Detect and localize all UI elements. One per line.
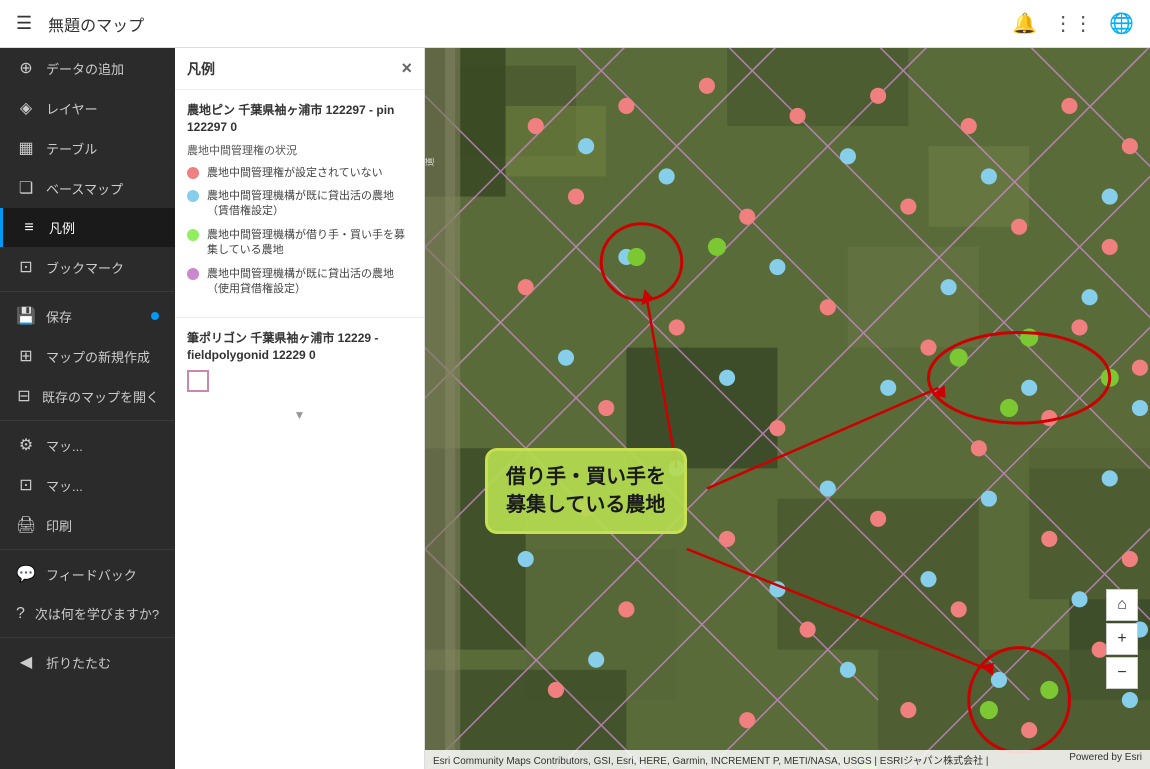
sidebar-divider <box>0 291 175 292</box>
map-share-icon: ⊡ <box>16 475 36 495</box>
sidebar-item-print[interactable]: 🖨 印刷 <box>0 505 175 545</box>
map-settings-icon: ⚙ <box>16 435 36 455</box>
legend-dot-0 <box>187 167 199 179</box>
sidebar-item-collapse[interactable]: ◀ 折りたたむ <box>0 642 175 682</box>
header: ☰ 無題のマップ 🔔 ⋮⋮ 🌐 <box>0 0 1150 48</box>
sidebar-item-open-map[interactable]: ⊟ 既存のマップを開く <box>0 376 175 416</box>
legend-layer1-section: 農地ピン 千葉県袖ヶ浦市 122297 - pin 122297 0 農地中間管… <box>175 90 424 318</box>
learn-icon: ? <box>16 605 25 623</box>
sidebar-item-layer[interactable]: ◈ レイヤー <box>0 88 175 128</box>
basemap-icon: ❏ <box>16 178 36 198</box>
sidebar-divider-2 <box>0 420 175 421</box>
legend-polygon-icon <box>187 370 209 392</box>
legend-item-text-3: 農地中間管理機構が既に貸出活の農地（使用貸借権設定） <box>207 267 412 298</box>
legend-item-text-1: 農地中間管理機構が既に貸出活の農地（賃借権設定） <box>207 189 412 220</box>
sidebar-item-label: フィードバック <box>46 565 137 584</box>
zoom-out-button[interactable]: − <box>1106 657 1138 689</box>
sidebar-item-label: ベースマップ <box>46 179 123 198</box>
legend-close-button[interactable]: × <box>401 58 412 79</box>
legend-dot-3 <box>187 268 199 280</box>
sidebar-item-map-settings[interactable]: ⚙ マッ... <box>0 425 175 465</box>
legend-item-1: 農地中間管理機構が既に貸出活の農地（賃借権設定） <box>187 189 412 220</box>
print-icon: 🖨 <box>16 515 36 535</box>
attribution-left: Esri Community Maps Contributors, GSI, E… <box>433 752 988 767</box>
legend-item-2: 農地中間管理機構が借り手・買い手を募集している農地 <box>187 228 412 259</box>
notification-icon[interactable]: 🔔 <box>1012 11 1037 36</box>
sidebar-item-label: ブックマーク <box>46 258 124 277</box>
zoom-in-button[interactable]: + <box>1106 623 1138 655</box>
hamburger-icon[interactable]: ☰ <box>16 13 32 34</box>
sidebar-item-label: 次は何を学びますか? <box>35 604 159 623</box>
legend-layer1-subtitle: 農地中間管理権の状況 <box>187 142 412 158</box>
header-title: 無題のマップ <box>48 12 144 36</box>
home-button[interactable]: ⌂ <box>1106 589 1138 621</box>
callout-line2: 募集している農地 <box>506 494 665 516</box>
bookmark-icon: ⊡ <box>16 257 36 277</box>
legend-item-text-2: 農地中間管理機構が借り手・買い手を募集している農地 <box>207 228 412 259</box>
apps-grid-icon[interactable]: ⋮⋮ <box>1053 11 1093 36</box>
sidebar-item-new-map[interactable]: ⊞ マップの新規作成 <box>0 336 175 376</box>
sidebar-item-label: マッ... <box>46 436 83 455</box>
sidebar-item-label: データの追加 <box>46 59 124 78</box>
map-svg-overlay: 道 <box>425 48 1150 769</box>
legend-layer1-title: 農地ピン 千葉県袖ヶ浦市 122297 - pin 122297 0 <box>187 102 412 136</box>
sidebar-item-data-add[interactable]: ⊕ データの追加 <box>0 48 175 88</box>
header-right: 🔔 ⋮⋮ 🌐 <box>1012 11 1134 36</box>
map-controls: ⌂ + − <box>1106 589 1138 689</box>
sidebar-divider-3 <box>0 549 175 550</box>
table-icon: ▦ <box>16 138 36 158</box>
legend-icon: ≡ <box>19 219 39 237</box>
legend-header: 凡例 × <box>175 48 424 90</box>
sidebar-item-label: テーブル <box>46 139 97 158</box>
legend-dot-1 <box>187 190 199 202</box>
collapse-icon: ◀ <box>16 652 36 672</box>
data-add-icon: ⊕ <box>16 58 36 78</box>
legend-item-0: 農地中間管理権が設定されていない <box>187 166 412 181</box>
header-left: ☰ 無題のマップ <box>16 12 144 36</box>
sidebar: ⊕ データの追加 ◈ レイヤー ▦ テーブル ❏ ベースマップ ≡ 凡例 ⊡ ブ… <box>0 48 175 769</box>
attribution-right: Powered by Esri <box>1069 752 1142 767</box>
sidebar-item-learn[interactable]: ? 次は何を学びますか? <box>0 594 175 633</box>
sidebar-item-label: 印刷 <box>46 516 72 535</box>
sidebar-item-label: マッ... <box>46 476 83 495</box>
callout-line1: 借り手・買い手を <box>506 466 666 488</box>
sidebar-item-save[interactable]: 💾 保存 <box>0 296 175 336</box>
legend-scroll-indicator[interactable]: ▼ <box>175 404 424 426</box>
sidebar-item-map-share[interactable]: ⊡ マッ... <box>0 465 175 505</box>
sidebar-item-legend[interactable]: ≡ 凡例 <box>0 208 175 247</box>
legend-panel: 凡例 × 農地ピン 千葉県袖ヶ浦市 122297 - pin 122297 0 … <box>175 48 425 769</box>
legend-dot-2 <box>187 229 199 241</box>
save-icon: 💾 <box>16 306 36 326</box>
sidebar-item-label: マップの新規作成 <box>46 347 150 366</box>
sidebar-item-label: 折りたたむ <box>46 653 111 672</box>
sidebar-item-table[interactable]: ▦ テーブル <box>0 128 175 168</box>
sidebar-item-label: 凡例 <box>49 218 75 237</box>
legend-item-3: 農地中間管理機構が既に貸出活の農地（使用貸借権設定） <box>187 267 412 298</box>
svg-text:道: 道 <box>425 157 435 166</box>
callout-box: 借り手・買い手を 募集している農地 <box>485 448 687 534</box>
map-attribution: Esri Community Maps Contributors, GSI, E… <box>425 750 1150 769</box>
sidebar-item-label: 既存のマップを開く <box>42 387 159 406</box>
legend-layer2-title: 筆ポリゴン 千葉県袖ヶ浦市 12229 - fieldpolygonid 122… <box>187 330 412 364</box>
feedback-icon: 💬 <box>16 564 36 584</box>
sidebar-item-label: レイヤー <box>46 99 98 118</box>
legend-item-text-0: 農地中間管理権が設定されていない <box>207 166 383 181</box>
sidebar-item-basemap[interactable]: ❏ ベースマップ <box>0 168 175 208</box>
legend-title: 凡例 <box>187 59 215 79</box>
map-area[interactable]: 道 借り手・買い手を 募集している農地 ⌂ + − Esri Community… <box>425 48 1150 769</box>
sidebar-divider-4 <box>0 637 175 638</box>
main-content: ⊕ データの追加 ◈ レイヤー ▦ テーブル ❏ ベースマップ ≡ 凡例 ⊡ ブ… <box>0 48 1150 769</box>
sidebar-item-feedback[interactable]: 💬 フィードバック <box>0 554 175 594</box>
sidebar-item-label: 保存 <box>46 307 72 326</box>
legend-layer2-section: 筆ポリゴン 千葉県袖ヶ浦市 12229 - fieldpolygonid 122… <box>175 318 424 404</box>
save-dot-indicator <box>151 312 159 320</box>
sidebar-item-bookmark[interactable]: ⊡ ブックマーク <box>0 247 175 287</box>
open-map-icon: ⊟ <box>16 386 32 406</box>
new-map-icon: ⊞ <box>16 346 36 366</box>
globe-icon[interactable]: 🌐 <box>1109 11 1134 36</box>
layer-icon: ◈ <box>16 98 36 118</box>
